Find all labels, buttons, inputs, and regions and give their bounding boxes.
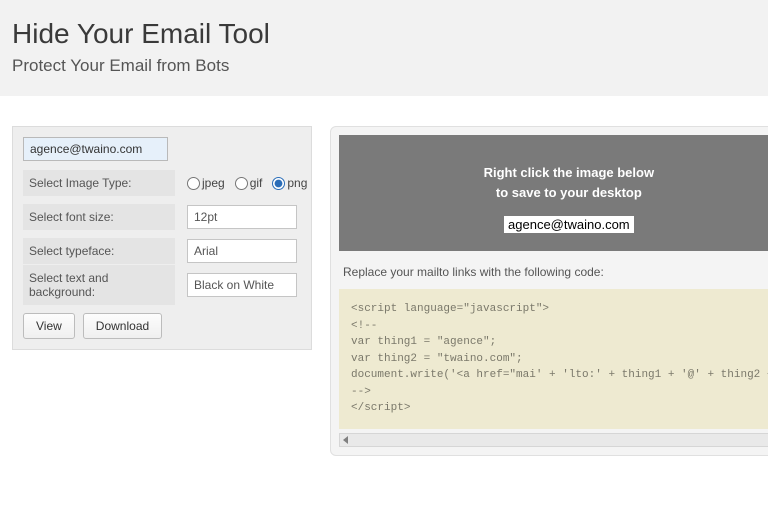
view-button[interactable]: View (23, 313, 75, 339)
radio-gif-label[interactable]: gif (235, 176, 263, 190)
image-type-radios: jpeg gif png (175, 176, 307, 190)
output-panel: Right click the image below to save to y… (330, 126, 768, 456)
radio-jpeg[interactable] (187, 177, 200, 190)
typeface-label: Select typeface: (23, 238, 175, 264)
preview-instructions: Right click the image below to save to y… (349, 163, 768, 202)
page-header: Hide Your Email Tool Protect Your Email … (0, 0, 768, 96)
image-type-label: Select Image Type: (23, 170, 175, 196)
code-output[interactable]: <script language="javascript"><!--var th… (339, 289, 768, 429)
download-button[interactable]: Download (83, 313, 162, 339)
preview-instruction-line1: Right click the image below (484, 165, 654, 180)
code-box-wrap: <script language="javascript"><!--var th… (339, 289, 768, 447)
colors-label: Select text and background: (23, 265, 175, 305)
colors-row: Select text and background: (23, 271, 301, 299)
generated-email-image[interactable]: agence@twaino.com (504, 216, 634, 233)
font-size-label: Select font size: (23, 204, 175, 230)
image-preview-area: Right click the image below to save to y… (339, 135, 768, 251)
preview-instruction-line2: to save to your desktop (496, 185, 642, 200)
font-size-input[interactable] (187, 205, 297, 229)
form-panel: Select Image Type: jpeg gif png Select f… (12, 126, 312, 350)
radio-png-label[interactable]: png (272, 176, 307, 190)
page-subtitle: Protect Your Email from Bots (12, 56, 756, 76)
font-size-row: Select font size: (23, 203, 301, 231)
radio-jpeg-label[interactable]: jpeg (187, 176, 225, 190)
image-type-row: Select Image Type: jpeg gif png (23, 169, 301, 197)
radio-png[interactable] (272, 177, 285, 190)
code-instruction-label: Replace your mailto links with the follo… (343, 265, 768, 279)
code-text: <script language="javascript"><!--var th… (351, 303, 768, 414)
colors-input[interactable] (187, 273, 297, 297)
page-title: Hide Your Email Tool (12, 18, 756, 50)
typeface-input[interactable] (187, 239, 297, 263)
button-row: View Download (23, 313, 301, 339)
email-input[interactable] (23, 137, 168, 161)
main-content: Select Image Type: jpeg gif png Select f… (0, 96, 768, 468)
radio-gif[interactable] (235, 177, 248, 190)
typeface-row: Select typeface: (23, 237, 301, 265)
horizontal-scrollbar[interactable] (339, 433, 768, 447)
